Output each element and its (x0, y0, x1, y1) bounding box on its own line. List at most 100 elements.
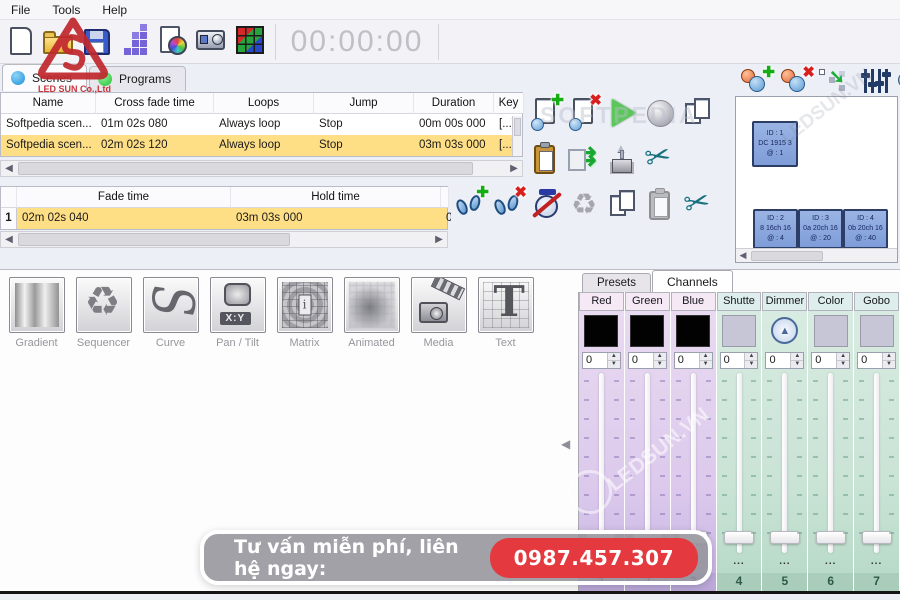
cut-step-icon[interactable] (680, 186, 718, 226)
steps-horizontal-scrollbar[interactable]: ◀ ▶ (0, 231, 448, 248)
fader-track[interactable] (782, 373, 787, 553)
channel-more-button[interactable]: ... (854, 557, 899, 573)
spinner-arrows[interactable] (699, 353, 712, 368)
channel-more-button[interactable]: ... (762, 557, 807, 573)
effect-button[interactable]: Gradient (8, 277, 65, 349)
effect-button[interactable]: Matrix (276, 277, 333, 349)
channel-value-spinner[interactable]: 0 (857, 352, 896, 369)
step-row[interactable]: 1 02m 02s 040 03m 03s 000 0 (1, 208, 447, 229)
channel-value-spinner[interactable]: 0 (811, 352, 850, 369)
spinner-arrows[interactable] (653, 353, 666, 368)
column-header[interactable]: Key (494, 93, 524, 114)
arrange-fixtures-icon[interactable] (816, 66, 856, 96)
patch-icon[interactable] (117, 22, 155, 62)
channel-label[interactable]: Dimmer (762, 292, 807, 310)
delete-scene-icon[interactable] (565, 94, 603, 134)
spinner-arrows[interactable] (744, 353, 757, 368)
cut-scene-icon[interactable] (641, 140, 679, 180)
spinner-arrows[interactable] (607, 353, 620, 368)
scroll-thumb[interactable] (751, 251, 823, 261)
scene-row[interactable]: Softpedia scen... 02m 02s 120 Always loo… (1, 135, 522, 156)
column-header[interactable]: Duration (414, 93, 494, 114)
scroll-thumb[interactable] (18, 233, 290, 246)
fixture-box[interactable]: ID : 4 0b 20ch 16 @ : 40 (843, 209, 888, 249)
effect-button[interactable]: Pan / Tilt (209, 277, 266, 349)
delete-group-icon[interactable] (776, 66, 816, 96)
effect-button[interactable]: Curve (142, 277, 199, 349)
channel-value-spinner[interactable]: 0 (765, 352, 804, 369)
channel-swatch[interactable] (676, 315, 710, 347)
phone-button[interactable]: 0987.457.307 (490, 538, 698, 578)
channel-label[interactable]: Shutte (717, 292, 762, 310)
fader-track[interactable] (874, 373, 879, 553)
fader-track[interactable] (691, 373, 696, 553)
3d-cube-icon[interactable] (231, 22, 269, 62)
fader-thumb[interactable] (816, 531, 846, 544)
channel-swatch[interactable] (722, 315, 756, 347)
clipped-icon[interactable] (896, 66, 900, 96)
channel-label[interactable]: Red (579, 292, 624, 310)
column-header[interactable]: Cross fade time (96, 93, 214, 114)
scroll-right-arrow[interactable]: ▶ (431, 232, 447, 247)
scroll-right-arrow[interactable]: ▶ (506, 161, 522, 176)
channel-more-button[interactable]: ... (717, 557, 762, 573)
spinner-arrows[interactable] (790, 353, 803, 368)
column-header[interactable]: Hold time (231, 187, 441, 208)
column-header[interactable]: Fade time (17, 187, 231, 208)
fixtures-scrollbar[interactable]: ◀ (736, 248, 897, 262)
effect-button[interactable]: Sequencer (75, 277, 132, 349)
paste-scene-icon[interactable] (527, 140, 565, 180)
fader-track[interactable] (599, 373, 604, 553)
channel-label[interactable]: Green (625, 292, 670, 310)
fader-thumb[interactable] (862, 531, 892, 544)
scroll-left-arrow[interactable]: ◀ (1, 161, 17, 176)
fader-track[interactable] (737, 373, 742, 553)
disable-time-icon[interactable] (528, 186, 566, 226)
channel-swatch[interactable] (814, 315, 848, 347)
fixture-box[interactable]: ID : 2 8 16ch 16 @ : 4 (753, 209, 798, 249)
channel-swatch[interactable] (630, 315, 664, 347)
effect-button[interactable]: Animated (343, 277, 400, 349)
camera-icon[interactable] (193, 22, 231, 62)
color-palette-icon[interactable] (155, 22, 193, 62)
spinner-arrows[interactable] (836, 353, 849, 368)
fixture-box[interactable]: ID : 1 DC 1915 3 @ : 1 (752, 121, 798, 167)
scenes-vertical-scrollbar[interactable] (512, 116, 522, 156)
stop-scene-icon[interactable] (641, 94, 679, 134)
fader-thumb[interactable] (724, 531, 754, 544)
fader-thumb[interactable] (770, 531, 800, 544)
export-scene-icon[interactable] (565, 140, 603, 180)
delete-step-icon[interactable] (490, 186, 528, 226)
effect-button[interactable]: Text (477, 277, 534, 349)
column-header[interactable]: Name (1, 93, 96, 114)
scroll-left-arrow[interactable]: ◀ (736, 248, 750, 263)
channel-label[interactable]: Color (808, 292, 853, 310)
channel-value-spinner[interactable]: 0 (720, 352, 759, 369)
channel-value-spinner[interactable]: 0 (628, 352, 667, 369)
scene-row[interactable]: Softpedia scen... 01m 02s 080 Always loo… (1, 114, 522, 135)
play-scene-icon[interactable] (603, 94, 641, 134)
effect-button[interactable]: Media (410, 277, 467, 349)
add-scene-icon[interactable] (527, 94, 565, 134)
scroll-left-arrow[interactable]: ◀ (1, 232, 17, 247)
add-step-icon[interactable] (452, 186, 490, 226)
channel-label[interactable]: Gobo (854, 292, 899, 310)
channel-label[interactable]: Blue (671, 292, 716, 310)
column-header[interactable]: Loops (214, 93, 314, 114)
burn-to-memory-icon[interactable] (603, 140, 641, 180)
column-header[interactable]: Jump (314, 93, 414, 114)
add-group-icon[interactable] (736, 66, 776, 96)
channel-swatch[interactable] (860, 315, 894, 347)
channel-value-spinner[interactable]: 0 (582, 352, 621, 369)
paste-step-icon[interactable] (642, 186, 680, 226)
fader-track[interactable] (645, 373, 650, 553)
copy-scene-icon[interactable] (679, 94, 717, 134)
channel-value-spinner[interactable]: 0 (674, 352, 713, 369)
fixture-box[interactable]: ID : 3 0a 20ch 16 @ : 20 (798, 209, 843, 249)
channel-swatch[interactable] (768, 315, 802, 347)
collapse-panel-arrow[interactable]: ◀ (561, 437, 570, 451)
spinner-arrows[interactable] (882, 353, 895, 368)
loop-disabled-icon[interactable] (566, 186, 604, 226)
scroll-thumb[interactable] (18, 162, 473, 175)
copy-step-icon[interactable] (604, 186, 642, 226)
